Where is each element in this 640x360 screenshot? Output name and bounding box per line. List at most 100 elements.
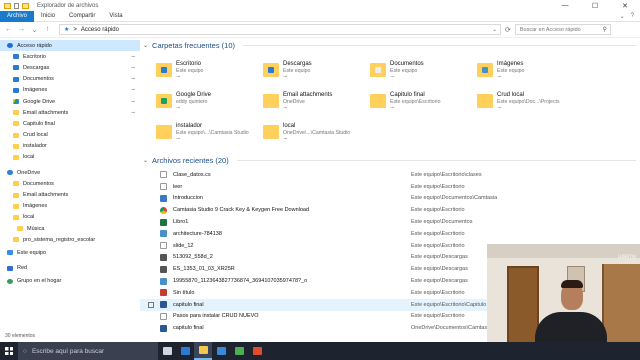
sidebar-item-google-drive[interactable]: Google Drive ⊸	[0, 96, 140, 107]
recent-files-header[interactable]: ⌄ Archivos recientes (20)	[140, 155, 640, 166]
pin-icon: ⊸	[283, 105, 288, 111]
frequent-folder-tile[interactable]: Email attachments OneDrive ⊸	[263, 90, 370, 116]
back-button[interactable]: ←	[4, 26, 13, 33]
sidebar-item-crud-local[interactable]: Crud local	[0, 130, 140, 141]
sidebar-item-documentos[interactable]: Documentos ⊸	[0, 74, 140, 85]
file-explorer-icon	[198, 346, 208, 354]
tab-vista[interactable]: Vista	[102, 11, 129, 22]
row-checkbox[interactable]	[148, 301, 154, 308]
recent-file-row[interactable]: architecture-784138 Este equipo\Escritori…	[140, 228, 640, 240]
sidebar-item-imágenes[interactable]: Imágenes ⊸	[0, 85, 140, 96]
help-icon[interactable]: ?	[631, 13, 634, 20]
recent-file-row[interactable]: Clase_datos.cs Este equipo\Escritorio\cla…	[140, 169, 640, 181]
sidebar-item-onedrive-documentos[interactable]: Documentos	[0, 178, 140, 189]
sidebar-item-capitulo-final[interactable]: Capitulo final	[0, 118, 140, 129]
recent-file-row[interactable]: Camtasia Studio 9 Crack Key & Keygen Fre…	[140, 204, 640, 216]
pin-icon[interactable]: ⊸	[131, 54, 135, 60]
pin-icon: ⊸	[176, 105, 181, 111]
sidebar-item-local[interactable]: local	[0, 152, 140, 163]
expand-ribbon-icon[interactable]: ⌄	[620, 13, 625, 20]
tab-inicio[interactable]: Inicio	[34, 11, 62, 22]
frequent-folder-tile[interactable]: Imágenes Este equipo ⊸	[477, 59, 584, 85]
sidebar-item-este-equipo[interactable]: Este equipo	[0, 247, 140, 258]
frequent-folder-tile[interactable]: local OneDrive\...\Camtasia Studio ⊸	[263, 121, 370, 147]
sidebar-item-onedrive-email-attachments[interactable]: Email attachments	[0, 189, 140, 200]
file-name: ES_1353_01_03_XR25R	[173, 266, 235, 273]
pin-icon[interactable]: ⊸	[131, 87, 135, 93]
frequent-folder-tile[interactable]: Crud local Este equipo\Doc...\Projects ⊸	[477, 90, 584, 116]
sidebar-item-descargas[interactable]: Descargas ⊸	[0, 62, 140, 73]
address-dropdown-icon[interactable]: ⌄	[492, 26, 500, 33]
search-icon: ⚲	[602, 27, 607, 33]
folder-name: Google Drive	[176, 92, 212, 98]
file-path: OneDrive\Documentos\Camtasia Studio	[411, 325, 499, 332]
folder-name: Descargas	[283, 61, 312, 67]
chrome-taskbar-button[interactable]	[230, 342, 248, 360]
folder-name: instalador	[176, 123, 203, 129]
sidebar-item-instalador[interactable]: instalador	[0, 141, 140, 152]
sidebar-item-escritorio[interactable]: Escritorio ⊸	[0, 51, 140, 62]
collapse-chevron-icon[interactable]: ⌄	[143, 157, 148, 164]
recent-locations-button[interactable]: ⌄	[30, 26, 39, 34]
pin-icon[interactable]: ⊸	[131, 110, 135, 116]
properties-icon[interactable]	[14, 2, 19, 9]
frequent-folder-tile[interactable]: instalador Este equipo\...\Camtasia Studi…	[156, 121, 263, 147]
address-bar-row: ← → ⌄ ↑ ★ > Acceso rápido ⌄ ⟳ Buscar en …	[0, 22, 640, 38]
camtasia-taskbar-button[interactable]	[248, 342, 266, 360]
sidebar-item-red[interactable]: Red	[0, 263, 140, 274]
img-file-icon	[160, 230, 167, 238]
recent-file-row[interactable]: Introduccion Este equipo\Documentos\Camta…	[140, 193, 640, 205]
task-view-taskbar-button[interactable]	[158, 342, 176, 360]
sidebar-item-label: Red	[17, 265, 28, 272]
sidebar-item-email-attachments[interactable]: Email attachments ⊸	[0, 107, 140, 118]
sidebar-item-onedrive-pro-sistema-registro-escolar[interactable]: pro_sistema_registro_escolar	[0, 234, 140, 245]
sidebar-item-onedrive-música[interactable]: Música	[0, 223, 140, 234]
search-placeholder: Buscar en Acceso rápido	[519, 26, 581, 33]
sidebar-item-acceso-rapido[interactable]: Acceso rápido	[0, 40, 140, 52]
new-folder-icon[interactable]	[22, 2, 29, 9]
tab-archivo[interactable]: Archivo	[0, 10, 35, 22]
search-input[interactable]: Buscar en Acceso rápido ⚲	[514, 24, 611, 35]
pin-icon: ⊸	[176, 74, 181, 80]
pin-icon[interactable]: ⊸	[131, 76, 135, 82]
tab-compartir[interactable]: Compartir	[62, 11, 102, 22]
close-button[interactable]: ✕	[610, 2, 640, 10]
folder-icon	[156, 125, 172, 139]
sidebar-item-grupo-hogar[interactable]: Grupo en el hogar	[0, 276, 140, 287]
pin-icon[interactable]: ⊸	[131, 99, 135, 105]
refresh-button[interactable]: ⟳	[505, 26, 511, 34]
store-taskbar-button[interactable]	[212, 342, 230, 360]
folder-icon	[263, 125, 279, 139]
minimize-button[interactable]: —	[550, 2, 580, 10]
folder-icon	[477, 94, 493, 108]
breadcrumb-quick-access[interactable]: Acceso rápido	[81, 27, 119, 33]
address-field[interactable]: ★ > Acceso rápido ⌄	[59, 24, 501, 35]
frequent-folder-tile[interactable]: Documentos Este equipo ⊸	[370, 59, 477, 85]
file-path: Este equipo\Escritorio	[411, 242, 465, 249]
frequent-folder-tile[interactable]: Escritorio Este equipo ⊸	[156, 59, 263, 85]
recent-file-row[interactable]: leer Este equipo\Escritorio	[140, 181, 640, 193]
folder-name: Email attachments	[283, 92, 333, 98]
edge-taskbar-button[interactable]	[176, 342, 194, 360]
frequent-folder-tile[interactable]: Google Drive eddy quintero ⊸	[156, 90, 263, 116]
pin-icon: ⊸	[283, 74, 288, 80]
taskbar-search-input[interactable]: ○ Escribe aquí para buscar	[18, 342, 158, 360]
collapse-chevron-icon[interactable]: ⌄	[143, 42, 148, 49]
sidebar-item-onedrive-imágenes[interactable]: Imágenes	[0, 201, 140, 212]
pdf-file-icon	[160, 289, 167, 297]
start-button[interactable]	[0, 342, 18, 360]
sidebar-item-onedrive[interactable]: OneDrive	[0, 167, 140, 178]
forward-button[interactable]: →	[17, 26, 26, 33]
frequent-folder-tile[interactable]: Capitulo final Este equipo\Escritorio ⊸	[370, 90, 477, 116]
taskbar: ○ Escribe aquí para buscar	[0, 342, 640, 360]
folder-icon	[13, 154, 19, 160]
maximize-button[interactable]: ☐	[580, 2, 610, 10]
file-name: capitulo final	[173, 301, 204, 308]
frequent-folders-header[interactable]: ⌄ Carpetas frecuentes (10)	[140, 40, 640, 51]
sidebar-item-onedrive-local[interactable]: local	[0, 212, 140, 223]
up-button[interactable]: ↑	[43, 26, 52, 33]
pin-icon[interactable]: ⊸	[131, 65, 135, 71]
recent-file-row[interactable]: Libro1 Este equipo\Documentos	[140, 216, 640, 228]
file-explorer-taskbar-button[interactable]	[194, 342, 212, 360]
frequent-folder-tile[interactable]: Descargas Este equipo ⊸	[263, 59, 370, 85]
